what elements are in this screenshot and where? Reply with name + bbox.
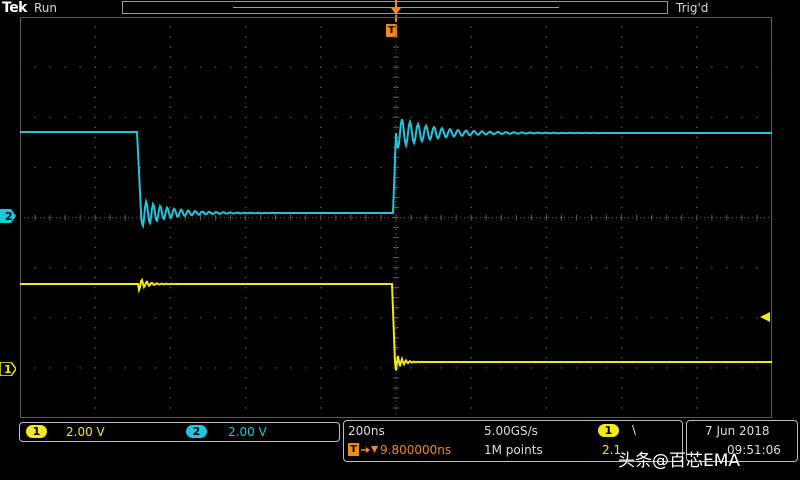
channel-1-badge[interactable]: 1 — [26, 425, 47, 438]
channel-1-scale: 2.00 V — [66, 425, 105, 439]
sample-rate: 5.00GS/s — [484, 424, 538, 438]
trigger-position-badge: T — [348, 443, 359, 456]
record-length: 1M points — [484, 443, 543, 457]
falling-slope-icon: \ — [632, 423, 637, 437]
channel-2-ground-marker-icon[interactable]: 2 — [0, 209, 16, 223]
graticule-grid — [20, 17, 772, 418]
trigger-horizontal-position: 9.800000ns — [380, 443, 452, 457]
channel-2-marker-label: 2 — [5, 210, 13, 223]
trigger-state: Trig'd — [676, 1, 709, 15]
channel-1-marker-label: 1 — [4, 363, 12, 376]
brand-logo: Tek — [2, 0, 28, 16]
trigger-level-icon[interactable] — [760, 312, 770, 322]
channel-2-scale: 2.00 V — [228, 425, 267, 439]
date: 7 Jun 2018 — [705, 424, 770, 438]
watermark: 头条@百芯EMA — [618, 451, 741, 471]
channel-2-badge[interactable]: 2 — [186, 425, 207, 438]
channel-readout[interactable]: 1 2.00 V 2 2.00 V — [19, 422, 340, 442]
arrow-icon — [361, 446, 378, 453]
waveform-graticule — [20, 17, 772, 418]
channel-1-ground-marker-icon[interactable]: 1 — [0, 362, 16, 376]
time-per-division: 200ns — [348, 424, 385, 438]
acquisition-state[interactable]: Run — [34, 1, 57, 15]
trigger-source-badge[interactable]: 1 — [598, 424, 619, 437]
